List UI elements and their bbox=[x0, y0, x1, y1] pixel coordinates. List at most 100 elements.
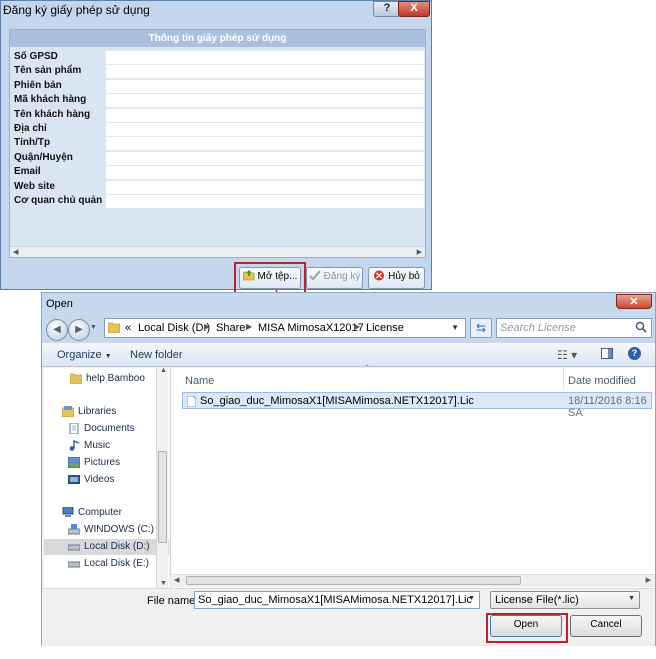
address-dropdown-icon[interactable]: ▼ bbox=[451, 323, 459, 332]
field-label: Tên khách hàng bbox=[14, 109, 91, 120]
field-row-email: Email bbox=[14, 165, 425, 180]
back-icon[interactable]: ◀ bbox=[46, 319, 68, 341]
breadcrumb-license[interactable]: License bbox=[366, 322, 404, 334]
help-button[interactable]: ? bbox=[373, 1, 401, 17]
organize-label: Organize bbox=[57, 349, 102, 361]
vertical-scrollbar[interactable]: ▲ ▼ bbox=[156, 367, 168, 588]
customer-name-field[interactable] bbox=[105, 108, 425, 123]
license-number-field[interactable] bbox=[105, 50, 425, 65]
breadcrumb[interactable]: « Local Disk (D:) ▶ Share ▶ MISA MimosaX… bbox=[104, 318, 466, 338]
breadcrumb-local-disk[interactable]: Local Disk (D:) bbox=[138, 322, 210, 334]
sort-indicator-icon: ˆ bbox=[366, 364, 369, 373]
chevron-down-icon[interactable]: ▼ bbox=[468, 595, 475, 602]
license-file-icon bbox=[186, 395, 197, 410]
section-title: Thông tin giấy phép sử dụng bbox=[10, 30, 425, 47]
videos-icon bbox=[68, 474, 80, 485]
scroll-right-icon[interactable]: ▶ bbox=[417, 248, 422, 256]
new-folder-button[interactable]: New folder bbox=[130, 349, 183, 361]
close-dialog-button[interactable]: ✕ bbox=[616, 294, 652, 309]
scroll-up-icon[interactable]: ▲ bbox=[160, 367, 167, 374]
breadcrumb-misa[interactable]: MISA MimosaX12017 bbox=[258, 322, 364, 334]
refresh-icon[interactable]: ⇆ bbox=[470, 318, 492, 338]
sidebar-item-local-disk-d[interactable]: Local Disk (D:) bbox=[44, 539, 169, 555]
sidebar-item-computer[interactable]: Computer bbox=[44, 505, 169, 521]
agency-field[interactable] bbox=[105, 194, 425, 209]
field-row-customer-code: Mã khách hàng bbox=[14, 93, 425, 108]
breadcrumb-share[interactable]: Share bbox=[216, 322, 245, 334]
chevron-down-icon: ▼ bbox=[628, 595, 635, 602]
scroll-left-icon[interactable]: ◀ bbox=[174, 576, 179, 584]
file-row[interactable]: So_giao_duc_MimosaX1[MISAMimosa.NETX1201… bbox=[182, 392, 652, 419]
field-row-version: Phiên bản bbox=[14, 79, 425, 94]
field-row-website: Web site bbox=[14, 180, 425, 195]
horizontal-scrollbar[interactable]: ◀ ▶ bbox=[10, 246, 425, 257]
folder-icon bbox=[107, 322, 121, 336]
sidebar-item-libraries[interactable]: Libraries bbox=[44, 404, 169, 420]
file-name-label: File name: bbox=[147, 595, 199, 607]
music-icon bbox=[68, 439, 80, 451]
scroll-left-icon[interactable]: ◀ bbox=[13, 248, 18, 256]
cancel-registration-label: Hủy bỏ bbox=[388, 271, 420, 282]
website-field[interactable] bbox=[105, 180, 425, 195]
search-icon[interactable] bbox=[635, 321, 647, 336]
product-name-field[interactable] bbox=[105, 64, 425, 79]
sidebar-item-label: Local Disk (E:) bbox=[84, 558, 150, 569]
version-field[interactable] bbox=[105, 79, 425, 94]
province-field[interactable] bbox=[105, 136, 425, 151]
open-button-highlight bbox=[486, 613, 568, 643]
close-icon: ✕ bbox=[629, 296, 639, 308]
cancel-button[interactable]: Cancel bbox=[570, 615, 642, 637]
address-field[interactable] bbox=[105, 122, 425, 137]
sidebar-item-videos[interactable]: Videos bbox=[44, 472, 169, 488]
scroll-thumb[interactable] bbox=[186, 576, 521, 585]
sidebar-item-music[interactable]: Music bbox=[44, 438, 169, 454]
file-type-select[interactable]: License File(*.lic) ▼ bbox=[490, 591, 640, 609]
column-divider bbox=[563, 368, 564, 388]
title-bar: Open ✕ bbox=[42, 293, 655, 315]
breadcrumb-overflow[interactable]: « bbox=[125, 322, 131, 334]
scroll-thumb[interactable] bbox=[158, 451, 167, 543]
breadcrumb-chevron-icon[interactable]: ▶ bbox=[354, 322, 360, 331]
field-row-district: Quận/Huyện bbox=[14, 151, 425, 166]
field-label: Quận/Huyện bbox=[14, 152, 73, 163]
search-input[interactable]: Search License bbox=[496, 318, 652, 338]
history-dropdown-icon[interactable]: ▼ bbox=[90, 324, 97, 331]
breadcrumb-chevron-icon[interactable]: ▶ bbox=[246, 322, 252, 331]
drive-icon bbox=[67, 524, 81, 535]
customer-code-field[interactable] bbox=[105, 93, 425, 108]
column-header-date[interactable]: Date modified bbox=[568, 375, 636, 387]
help-icon[interactable]: ? bbox=[628, 347, 641, 360]
sidebar-item-pictures[interactable]: Pictures bbox=[44, 455, 169, 471]
scroll-right-icon[interactable]: ▶ bbox=[646, 576, 651, 584]
email-field[interactable] bbox=[105, 165, 425, 180]
sidebar-item-documents[interactable]: Documents bbox=[44, 421, 169, 437]
file-name-field[interactable]: So_giao_duc_MimosaX1[MISAMimosa.NETX1201… bbox=[194, 591, 480, 609]
field-row-agency: Cơ quan chủ quản bbox=[14, 194, 425, 209]
breadcrumb-chevron-icon[interactable]: ▶ bbox=[204, 322, 210, 331]
organize-menu[interactable]: Organize ▼ bbox=[57, 349, 112, 361]
field-label: Mã khách hàng bbox=[14, 94, 87, 105]
open-file-dialog: Open ✕ ◀ ▶ ▼ « Local Disk (D:) ▶ Share ▶… bbox=[41, 292, 656, 646]
scroll-down-icon[interactable]: ▼ bbox=[160, 580, 167, 587]
preview-pane-icon[interactable] bbox=[601, 348, 613, 359]
sidebar-item-label: Videos bbox=[84, 474, 115, 485]
cancel-registration-button[interactable]: Hủy bỏ bbox=[368, 267, 425, 289]
field-row-province: Tỉnh/Tp bbox=[14, 136, 425, 151]
sidebar-item-label: WINDOWS (C:) bbox=[84, 524, 154, 535]
column-header-name[interactable]: Name bbox=[185, 375, 214, 387]
view-options-icon[interactable]: ☷ ▾ bbox=[557, 348, 577, 362]
forward-icon[interactable]: ▶ bbox=[68, 319, 90, 341]
field-label: Phiên bản bbox=[14, 80, 62, 91]
sidebar-item-local-disk-e[interactable]: Local Disk (E:) bbox=[44, 556, 169, 572]
sidebar-item-label: Local Disk (D:) bbox=[84, 541, 150, 552]
sidebar-item-label: Music bbox=[84, 440, 111, 451]
checkmark-icon bbox=[308, 270, 321, 281]
field-label: Địa chỉ bbox=[14, 123, 47, 134]
file-list-horizontal-scrollbar[interactable]: ◀ ▶ bbox=[170, 574, 655, 587]
field-label: Web site bbox=[14, 181, 55, 192]
sidebar-item-help-bamboo[interactable]: help Bamboo bbox=[44, 371, 169, 387]
district-field[interactable] bbox=[105, 151, 425, 166]
sidebar-item-windows-c[interactable]: WINDOWS (C:) bbox=[44, 522, 169, 538]
field-label: Email bbox=[14, 166, 41, 177]
close-button[interactable]: X bbox=[398, 1, 430, 17]
